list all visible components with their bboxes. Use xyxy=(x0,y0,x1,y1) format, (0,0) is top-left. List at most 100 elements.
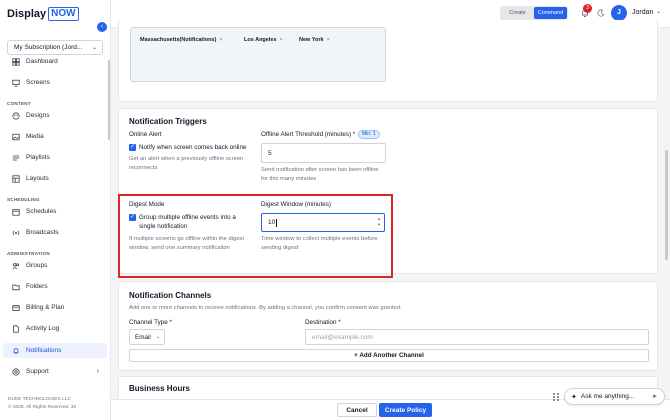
sparkle-icon: ✦ xyxy=(571,393,577,401)
sidebar-item-label: Groups xyxy=(26,262,48,269)
location-tag-label: New York xyxy=(299,37,324,43)
footer-company: DUKE TECHNOLOGIES LLC xyxy=(8,397,71,402)
bell-icon xyxy=(12,347,20,355)
sidebar-item-support[interactable]: Support › xyxy=(3,364,107,379)
send-icon[interactable]: ➤ xyxy=(652,393,657,400)
channels-description: Add one or more channels to receive noti… xyxy=(129,305,402,311)
sidebar-item-dashboard[interactable]: Dashboard xyxy=(3,54,107,69)
user-name[interactable]: Jordan xyxy=(632,9,653,16)
help-icon xyxy=(12,367,20,376)
users-icon xyxy=(12,262,20,270)
remove-tag-icon[interactable]: × xyxy=(327,37,330,43)
remove-tag-icon[interactable]: × xyxy=(280,37,283,43)
sidebar-item-label: Notifications xyxy=(26,347,62,354)
sidebar-item-label: Designs xyxy=(26,112,50,119)
sidebar-item-groups[interactable]: Groups xyxy=(3,258,107,273)
channel-type-value: Email xyxy=(135,333,151,341)
channel-type-select[interactable]: Email ⌄ xyxy=(129,329,165,345)
layout-icon xyxy=(12,174,20,183)
sidebar-item-media[interactable]: Media xyxy=(3,129,107,144)
sidebar-item-label: Schedules xyxy=(26,208,57,215)
destination-label: Destination * xyxy=(305,319,341,326)
main-scrollbar[interactable] xyxy=(665,150,668,260)
brand-name: Display xyxy=(7,8,47,20)
list-icon xyxy=(12,154,20,162)
remove-tag-icon[interactable]: × xyxy=(219,37,222,43)
footer-copyright: © 2026. All Rights Reserved. 32 xyxy=(8,405,77,410)
sidebar-scrollbar[interactable] xyxy=(108,60,110,140)
location-tag: Massachusetts(Notifications) × xyxy=(140,37,223,43)
assistant-placeholder: Ask me anything... xyxy=(580,393,635,400)
locations-card: Massachusetts(Notifications) × Los Angele… xyxy=(118,20,658,102)
mode-create-option[interactable]: Create xyxy=(501,7,534,19)
sidebar-item-label: Playlists xyxy=(26,154,50,161)
section-title: Notification Triggers xyxy=(129,117,207,126)
sidebar-item-notifications[interactable]: Notifications xyxy=(3,343,107,358)
sidebar-item-screens[interactable]: Screens xyxy=(3,75,107,90)
offline-threshold-label: Offline Alert Threshold (minutes) * xyxy=(261,131,356,138)
min-value-pill: Min: 1 xyxy=(358,130,380,139)
brand-name-box: NOW xyxy=(48,7,79,21)
cancel-button[interactable]: Cancel xyxy=(337,403,377,417)
mode-toggle[interactable]: Create Command xyxy=(500,6,568,20)
dashboard-icon xyxy=(12,57,20,66)
assistant-input[interactable]: ✦ Ask me anything... ➤ xyxy=(564,388,665,405)
sidebar-item-label: Layouts xyxy=(26,175,49,182)
sidebar-item-layouts[interactable]: Layouts xyxy=(3,171,107,186)
brand-logo[interactable]: Display NOW xyxy=(7,7,79,21)
sidebar-item-schedules[interactable]: Schedules xyxy=(3,204,107,219)
locations-tag-input[interactable]: Massachusetts(Notifications) × Los Angele… xyxy=(130,27,386,82)
mode-command-option[interactable]: Command xyxy=(534,7,567,19)
destination-input[interactable]: email@example.com xyxy=(305,329,649,345)
card-icon xyxy=(12,304,20,312)
avatar[interactable]: J xyxy=(611,5,627,21)
sidebar-item-label: Broadcasts xyxy=(26,229,59,236)
online-alert-label: Online Alert xyxy=(129,131,162,138)
offline-threshold-value: 5 xyxy=(268,149,272,157)
sidebar-item-label: Folders xyxy=(26,283,48,290)
subscription-select[interactable]: My Subscription (Jord... ⌄ xyxy=(7,40,103,55)
sidebar-item-billing[interactable]: Billing & Plan xyxy=(3,300,107,315)
chevron-down-icon[interactable]: ⌄ xyxy=(656,8,661,15)
section-content: CONTENT xyxy=(7,101,31,106)
offline-threshold-input[interactable]: 5 xyxy=(261,143,386,163)
offline-threshold-help: Send notification after screen has been … xyxy=(261,167,379,182)
location-tag-label: Massachusetts(Notifications) xyxy=(140,37,217,43)
location-tag: New York × xyxy=(299,37,330,43)
sidebar-item-label: Dashboard xyxy=(26,58,58,65)
drag-handle-icon[interactable] xyxy=(552,392,560,402)
sidebar-item-designs[interactable]: Designs xyxy=(3,108,107,123)
chevron-down-icon: ⌄ xyxy=(155,334,160,340)
sidebar-item-label: Support xyxy=(26,368,49,375)
sidebar-item-label: Media xyxy=(26,133,44,140)
sidebar-item-label: Screens xyxy=(26,79,50,86)
location-tag: Los Angeles × xyxy=(244,37,283,43)
palette-icon xyxy=(12,111,20,120)
collapse-sidebar-button[interactable]: ‹ xyxy=(97,22,107,32)
sidebar-item-broadcasts[interactable]: Broadcasts xyxy=(3,225,107,240)
subscription-value: My Subscription (Jord... xyxy=(14,44,83,51)
section-title: Business Hours xyxy=(129,384,190,393)
monitor-icon xyxy=(12,79,20,87)
broadcast-icon xyxy=(12,229,20,237)
highlight-annotation xyxy=(118,194,393,278)
sidebar-item-label: Activity Log xyxy=(26,325,60,332)
chevron-down-icon: ⌄ xyxy=(91,45,97,51)
folder-icon xyxy=(12,283,20,291)
notification-channels-card: Notification Channels Add one or more ch… xyxy=(118,281,658,371)
section-administration: ADMINISTRATION xyxy=(7,251,50,256)
notification-count-badge: 3 xyxy=(583,4,592,13)
section-scheduling: SCHEDULING xyxy=(7,197,40,202)
add-channel-button[interactable]: + Add Another Channel xyxy=(129,349,649,362)
online-alert-checkbox[interactable]: ✓ xyxy=(129,144,136,151)
sidebar-item-folders[interactable]: Folders xyxy=(3,279,107,294)
channel-type-label: Channel Type * xyxy=(129,319,172,326)
create-policy-button[interactable]: Create Policy xyxy=(379,403,432,417)
online-alert-checkbox-label[interactable]: Notify when screen comes back online xyxy=(139,143,246,152)
moon-icon[interactable] xyxy=(597,9,605,17)
sidebar: Display NOW ‹ My Subscription (Jord... ⌄… xyxy=(0,0,111,420)
calendar-icon xyxy=(12,208,20,216)
sidebar-item-playlists[interactable]: Playlists xyxy=(3,150,107,165)
sidebar-item-activity-log[interactable]: Activity Log xyxy=(3,321,107,336)
section-title: Notification Channels xyxy=(129,291,212,300)
